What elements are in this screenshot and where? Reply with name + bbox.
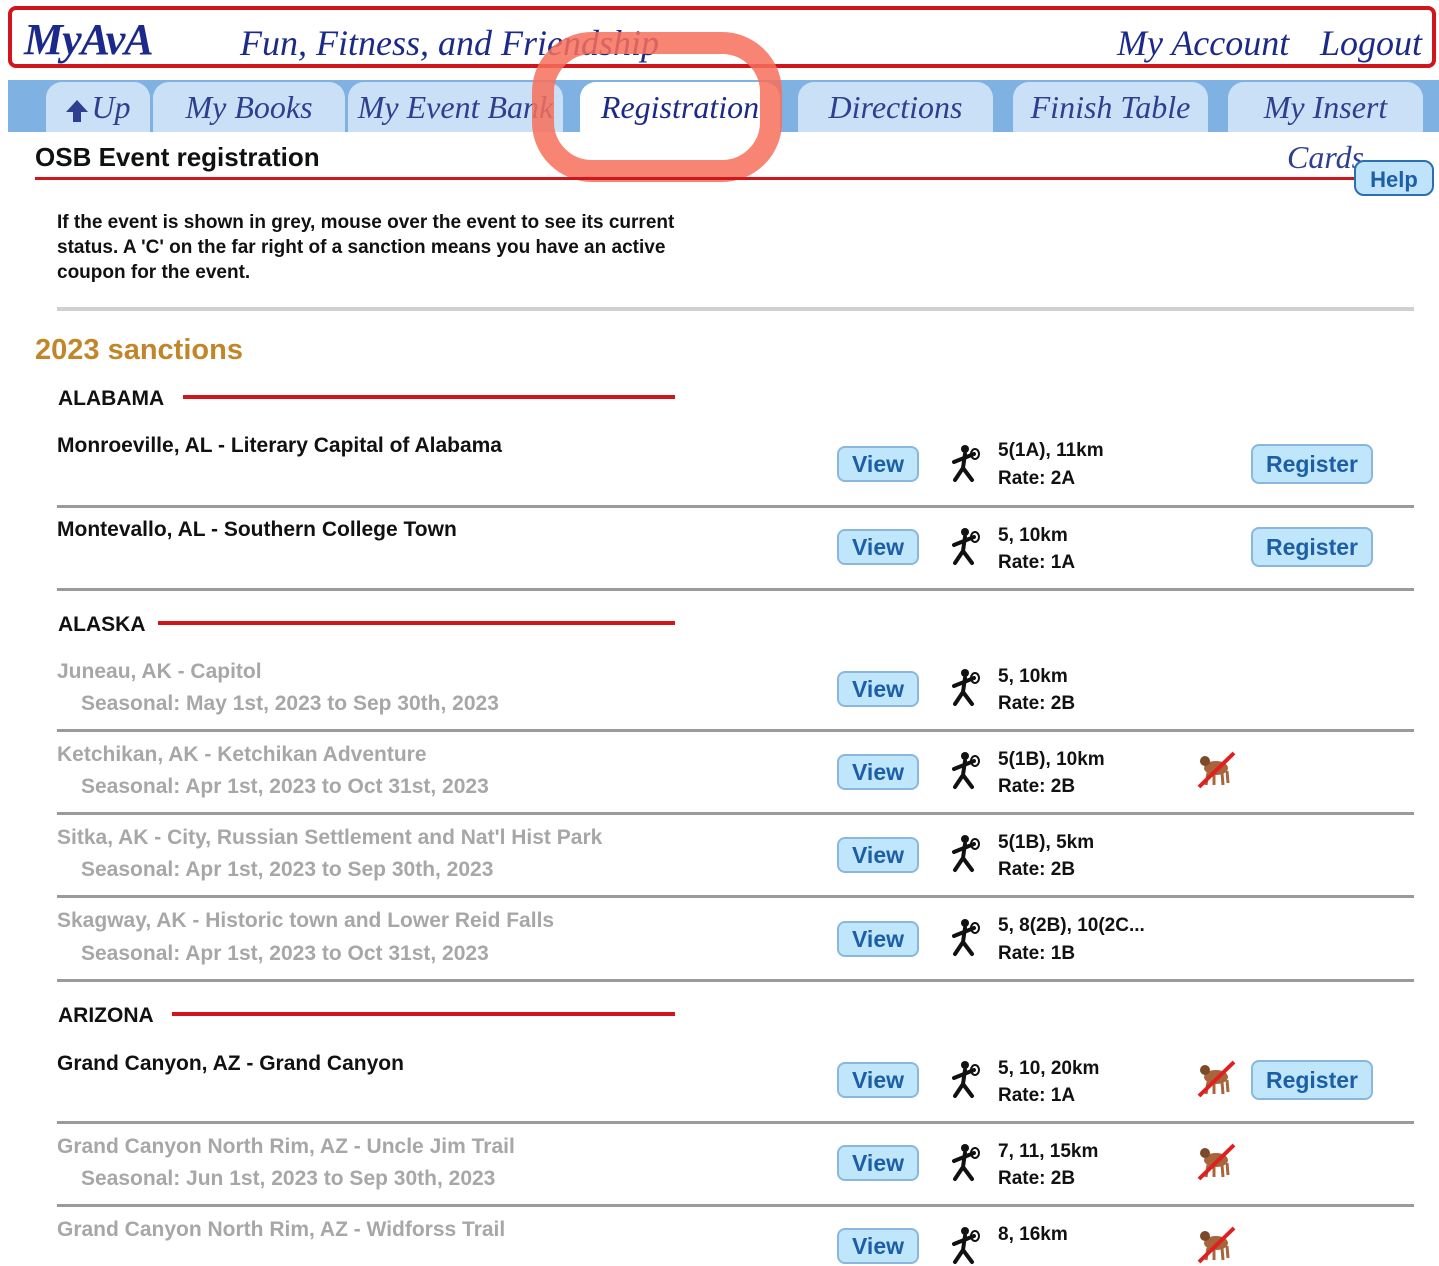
tab-label: Finish Table <box>1030 89 1191 125</box>
tab-my-event-bank[interactable]: My Event Bank <box>348 82 563 132</box>
state-heading-arizona: ARIZONA <box>58 1004 154 1027</box>
tab-my-books[interactable]: My Books <box>153 82 345 132</box>
event-rate: Rate: 2B <box>998 1168 1076 1189</box>
view-button[interactable]: View <box>837 446 919 482</box>
event-name: Grand Canyon North Rim, AZ - Widforss Tr… <box>57 1218 506 1241</box>
event-rate: Rate: 2B <box>998 693 1076 714</box>
event-distance: 5(1B), 10km <box>998 749 1105 770</box>
view-button[interactable]: View <box>837 529 919 565</box>
event-rate: Rate: 2B <box>998 776 1076 797</box>
no-dogs-icon <box>1197 751 1236 789</box>
walker-icon <box>952 445 980 482</box>
title-divider <box>35 177 1355 180</box>
event-distance: 5(1A), 11km <box>998 440 1104 461</box>
state-divider <box>172 1012 675 1016</box>
event-distance: 7, 11, 15km <box>998 1141 1099 1162</box>
state-divider <box>158 621 675 625</box>
no-dogs-icon <box>1197 1226 1236 1264</box>
myava-logo[interactable]: MyAvA <box>24 14 154 65</box>
event-distance: 5, 10km <box>998 666 1068 687</box>
register-button[interactable]: Register <box>1251 444 1373 484</box>
event-rate: Rate: 1A <box>998 1085 1076 1106</box>
walker-icon <box>952 1144 980 1181</box>
event-seasonal: Seasonal: Apr 1st, 2023 to Oct 31st, 202… <box>81 775 489 798</box>
tab-up[interactable]: Up <box>46 82 150 132</box>
view-button[interactable]: View <box>837 1228 919 1264</box>
event-rate: Rate: 2B <box>998 859 1076 880</box>
view-button[interactable]: View <box>837 1062 919 1098</box>
intro-text: If the event is shown in grey, mouse ove… <box>57 212 675 283</box>
event-name: Skagway, AK - Historic town and Lower Re… <box>57 909 555 932</box>
tab-label: Directions <box>828 89 963 125</box>
event-divider <box>57 729 1414 732</box>
logo-ava-text: AvA <box>80 15 154 64</box>
event-divider <box>57 505 1414 508</box>
event-divider <box>57 979 1414 982</box>
event-divider <box>57 1204 1414 1207</box>
register-button[interactable]: Register <box>1251 527 1373 567</box>
walker-icon <box>952 1061 980 1098</box>
my-account-link[interactable]: My Account <box>1117 22 1289 64</box>
state-heading-alaska: ALASKA <box>58 613 146 636</box>
logout-link[interactable]: Logout <box>1320 22 1422 64</box>
view-button[interactable]: View <box>837 754 919 790</box>
event-rate: Rate: 2A <box>998 468 1076 489</box>
event-distance: 5(1B), 5km <box>998 832 1095 853</box>
event-name: Montevallo, AL - Southern College Town <box>57 518 457 541</box>
event-distance: 8, 16km <box>998 1224 1068 1245</box>
event-divider <box>57 812 1414 815</box>
event-rate: Rate: 1A <box>998 552 1076 573</box>
walker-icon <box>952 669 980 706</box>
event-distance: 5, 10km <box>998 525 1068 546</box>
event-distance: 5, 10, 20km <box>998 1058 1100 1079</box>
event-name: Ketchikan, AK - Ketchikan Adventure <box>57 743 427 766</box>
event-name: Monroeville, AL - Literary Capital of Al… <box>57 434 502 457</box>
event-rate: Rate: 1B <box>998 943 1076 964</box>
year-heading: 2023 sanctions <box>35 334 243 366</box>
tab-label: My Books <box>185 89 313 125</box>
view-button[interactable]: View <box>837 837 919 873</box>
page-title: OSB Event registration <box>35 142 320 172</box>
walker-icon <box>952 528 980 565</box>
tab-directions[interactable]: Directions <box>798 82 993 132</box>
tab-my-insert-cards[interactable]: My Insert Cards <box>1228 82 1423 175</box>
event-seasonal: Seasonal: May 1st, 2023 to Sep 30th, 202… <box>81 692 499 715</box>
register-button[interactable]: Register <box>1251 1060 1373 1100</box>
tab-label: Up <box>91 89 131 125</box>
event-name: Sitka, AK - City, Russian Settlement and… <box>57 826 603 849</box>
event-seasonal: Seasonal: Jun 1st, 2023 to Sep 30th, 202… <box>81 1167 496 1190</box>
event-divider <box>57 588 1414 591</box>
event-seasonal: Seasonal: Apr 1st, 2023 to Sep 30th, 202… <box>81 858 494 881</box>
walker-icon <box>952 919 980 956</box>
event-divider <box>57 895 1414 898</box>
event-distance: 5, 8(2B), 10(2C... <box>998 915 1145 936</box>
no-dogs-icon <box>1197 1060 1236 1098</box>
walker-icon <box>952 835 980 872</box>
annotation-highlight-circle <box>532 32 782 182</box>
event-name: Juneau, AK - Capitol <box>57 660 262 683</box>
state-divider <box>183 395 675 399</box>
event-divider <box>57 1121 1414 1124</box>
view-button[interactable]: View <box>837 921 919 957</box>
view-button[interactable]: View <box>837 1145 919 1181</box>
no-dogs-icon <box>1197 1143 1236 1181</box>
walker-icon <box>952 1227 980 1264</box>
event-name: Grand Canyon North Rim, AZ - Uncle Jim T… <box>57 1135 515 1158</box>
help-button[interactable]: Help <box>1354 160 1434 196</box>
intro-divider <box>57 307 1414 311</box>
arrow-up-icon <box>66 99 89 122</box>
event-seasonal: Seasonal: Apr 1st, 2023 to Oct 31st, 202… <box>81 942 489 965</box>
tab-label: My Event Bank <box>357 89 554 125</box>
state-heading-alabama: ALABAMA <box>58 387 165 410</box>
logo-my-text: My <box>24 15 82 64</box>
view-button[interactable]: View <box>837 671 919 707</box>
tab-finish-table[interactable]: Finish Table <box>1013 82 1208 132</box>
walker-icon <box>952 752 980 789</box>
event-name: Grand Canyon, AZ - Grand Canyon <box>57 1052 404 1075</box>
